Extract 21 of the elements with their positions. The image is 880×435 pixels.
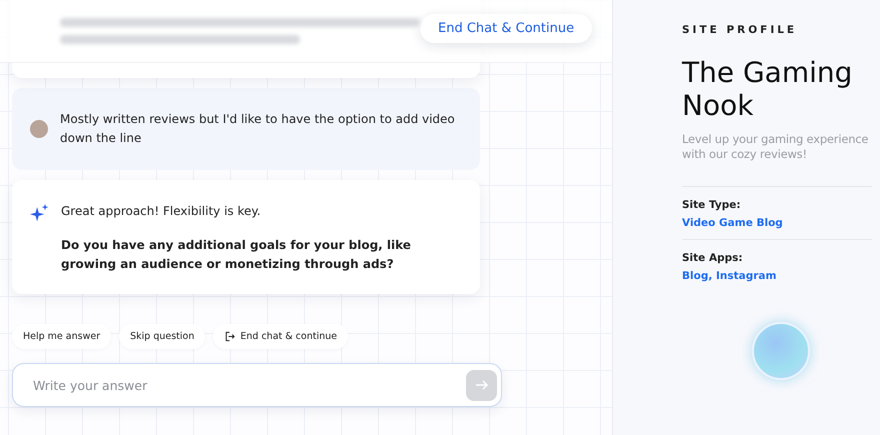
site-tagline: Level up your gaming experience with our cozy reviews! [682,132,870,162]
field-label: Site Apps: [682,252,744,264]
message-text: Great approach! Flexibility is key. [61,203,262,220]
answer-field[interactable]: Write your answer [31,376,466,394]
message-text: Mostly written reviews but I'd like to have the option to add video down the line [60,111,456,147]
suggestion-chip[interactable]: Help me answer [12,324,112,349]
suggestion-chip[interactable]: End chat & continue [213,324,348,349]
field-value: Video Game Blog [682,217,784,229]
orb-icon [752,322,810,380]
end-chat-button[interactable]: End Chat & Continue [420,14,592,42]
question-text: Do you have any additional goals for your blog, like growing an audience or monetizing through ads? [61,237,412,273]
suggestion-chip[interactable]: Skip question [119,324,206,349]
avatar-icon [30,120,48,138]
field-value: Blog, Instagram [682,270,778,282]
site-name: The Gaming Nook [682,56,854,122]
sparkle-icon [30,204,49,223]
send-button[interactable] [466,370,497,400]
panel-heading: SITE PROFILE [682,24,798,36]
exit-icon [224,331,236,342]
answer-box[interactable]: Write your answer [12,363,502,407]
field-label: Site Type: [682,199,742,211]
